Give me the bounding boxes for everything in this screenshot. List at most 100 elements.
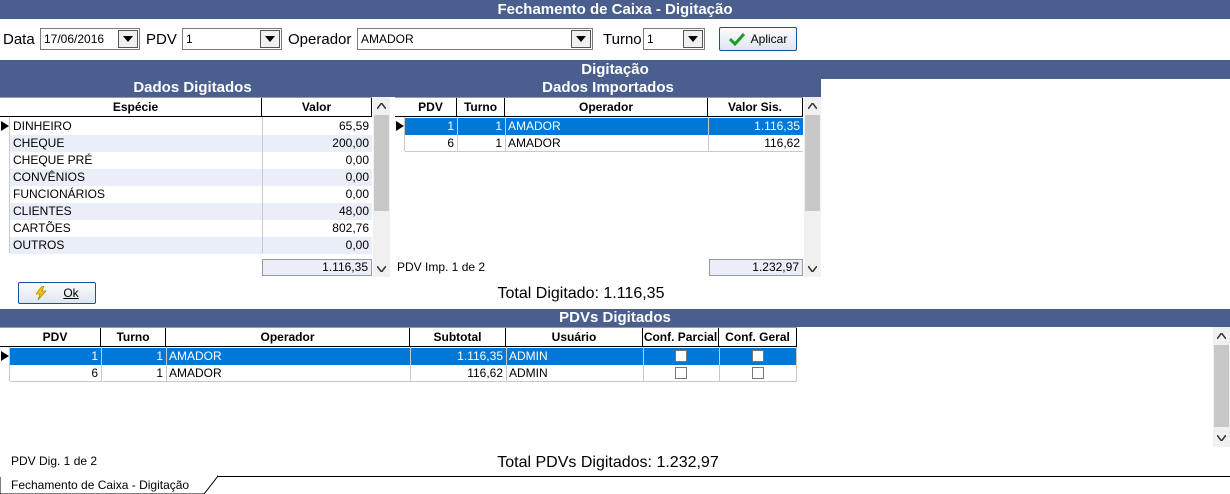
cell-operador: AMADOR: [508, 136, 561, 150]
table-row[interactable]: CLIENTES 48,00: [10, 203, 372, 220]
column-divider: [166, 347, 167, 382]
column-divider: [506, 347, 507, 382]
column-divider: [101, 347, 102, 382]
cell-operador: AMADOR: [508, 119, 561, 133]
col-header-subtotal[interactable]: Subtotal: [410, 328, 506, 346]
checkmark-icon: [728, 32, 745, 46]
col-header-valor[interactable]: Valor: [262, 98, 372, 116]
cell-especie: CLIENTES: [13, 204, 72, 218]
pdv-dropdown-button[interactable]: [260, 30, 280, 48]
cell-valor: 200,00: [332, 136, 369, 150]
total-pdvs-digitados: Total PDVs Digitados: 1.232,97: [497, 454, 719, 471]
scroll-thumb[interactable]: [805, 115, 820, 211]
current-row-indicator-icon: [1, 121, 9, 131]
scroll-thumb[interactable]: [1214, 345, 1229, 427]
cell-valor: 0,00: [345, 153, 369, 167]
conf-geral-checkbox[interactable]: [752, 350, 764, 362]
cell-valor: 0,00: [345, 187, 369, 201]
col-header-pdv[interactable]: PDV: [10, 328, 101, 346]
dados-digitados-grid: Espécie Valor DINHEIRO 65,59 CHEQUE 200,00…: [0, 97, 390, 277]
cell-turno: 1: [156, 349, 163, 363]
conf-geral-checkbox[interactable]: [752, 367, 764, 379]
col-header-especie[interactable]: Espécie: [10, 98, 262, 116]
cell-usuario: ADMIN: [509, 366, 548, 380]
dados-digitados-scrollbar[interactable]: [373, 97, 390, 277]
ok-label: Ok: [63, 286, 79, 300]
cell-especie: CHEQUE PRÉ: [13, 153, 93, 167]
dados-digitados-total: 1.116,35: [262, 259, 372, 276]
current-row-indicator-icon: [1, 351, 9, 361]
operador-select[interactable]: AMADOR: [357, 28, 593, 50]
table-row[interactable]: FUNCIONÁRIOS 0,00: [10, 186, 372, 203]
tab-label: Fechamento de Caixa - Digitação: [11, 478, 190, 492]
scroll-up-icon[interactable]: [377, 103, 386, 109]
cell-valor: 0,00: [345, 170, 369, 184]
scroll-up-icon[interactable]: [1217, 333, 1226, 339]
scroll-up-icon[interactable]: [808, 103, 817, 109]
table-row[interactable]: DINHEIRO 65,59: [10, 118, 372, 135]
total-digitado: Total Digitado: 1.116,35: [497, 285, 665, 302]
cell-subtotal: 1.116,35: [457, 349, 503, 363]
cell-operador: AMADOR: [169, 349, 222, 363]
conf-parcial-checkbox[interactable]: [675, 350, 687, 362]
turno-dropdown-button[interactable]: [683, 30, 703, 48]
cell-especie: CARTÕES: [13, 221, 71, 235]
window-title: Fechamento de Caixa - Digitação: [497, 1, 733, 18]
tab-fechamento-caixa-digitacao[interactable]: Fechamento de Caixa - Digitação: [0, 475, 218, 494]
col-header-turno[interactable]: Turno: [457, 98, 505, 116]
pdv-value: 1: [186, 32, 193, 46]
table-row[interactable]: OUTROS 0,00: [10, 237, 372, 254]
scroll-down-icon[interactable]: [1217, 435, 1226, 441]
window-title-bar: Fechamento de Caixa - Digitação: [0, 0, 1230, 19]
data-value: 17/06/2016: [44, 32, 105, 46]
column-divider: [457, 117, 458, 152]
table-row[interactable]: CHEQUE 200,00: [10, 135, 372, 152]
data-dropdown-button[interactable]: [118, 30, 138, 48]
current-row-indicator-icon: [396, 121, 404, 131]
cell-subtotal: 116,62: [467, 366, 503, 380]
digitacao-title: Digitação: [581, 61, 649, 78]
table-row[interactable]: CONVÊNIOS 0,00: [10, 169, 372, 186]
dados-importados-header: PDV Turno Operador Valor Sis.: [395, 97, 803, 117]
col-header-conf-parcial[interactable]: Conf. Parcial: [643, 328, 719, 346]
cell-especie: FUNCIONÁRIOS: [13, 187, 106, 201]
cell-especie: CONVÊNIOS: [13, 170, 86, 184]
col-header-operador[interactable]: Operador: [166, 328, 410, 346]
apply-label: Aplicar: [750, 32, 788, 46]
conf-parcial-checkbox[interactable]: [675, 367, 687, 379]
col-header-pdv[interactable]: PDV: [405, 98, 457, 116]
table-row[interactable]: 6 1 AMADOR 116,62: [405, 135, 803, 152]
pdvs-digitados-header: PDV Turno Operador Subtotal Usuário Conf…: [0, 327, 797, 347]
cell-conf-geral: [719, 365, 797, 382]
apply-button[interactable]: Aplicar: [719, 27, 797, 51]
cell-pdv: 1: [91, 349, 98, 363]
table-row[interactable]: CHEQUE PRÉ 0,00: [10, 152, 372, 169]
scroll-down-icon[interactable]: [377, 266, 386, 272]
col-header-operador[interactable]: Operador: [505, 98, 708, 116]
chevron-down-icon: [688, 36, 698, 42]
pdvs-digitados-scrollbar[interactable]: [1213, 327, 1230, 447]
dados-digitados-title: Dados Digitados: [133, 79, 252, 96]
table-row[interactable]: CARTÕES 802,76: [10, 220, 372, 237]
cell-especie: CHEQUE: [13, 136, 65, 150]
table-row[interactable]: 1 1 AMADOR 1.116,35 ADMIN: [10, 348, 797, 365]
pdv-label: PDV: [146, 31, 177, 48]
scroll-down-icon[interactable]: [808, 266, 817, 272]
cell-pdv: 1: [447, 119, 454, 133]
operador-dropdown-button[interactable]: [571, 30, 591, 48]
table-row[interactable]: 6 1 AMADOR 116,62 ADMIN: [10, 365, 797, 382]
ok-button[interactable]: Ok: [18, 282, 96, 304]
scroll-thumb[interactable]: [374, 115, 389, 211]
col-header-valor-sis[interactable]: Valor Sis.: [708, 98, 803, 116]
col-header-turno[interactable]: Turno: [101, 328, 166, 346]
cell-especie: OUTROS: [13, 238, 65, 252]
cell-valor-sis: 116,62: [764, 136, 800, 150]
col-header-usuario[interactable]: Usuário: [506, 328, 643, 346]
col-header-conf-geral[interactable]: Conf. Geral: [719, 328, 797, 346]
cell-especie: DINHEIRO: [13, 119, 72, 133]
filter-toolbar: Data 17/06/2016 PDV 1 Operador AMADOR Tu…: [0, 19, 1230, 60]
chevron-down-icon: [576, 36, 586, 42]
dados-importados-scrollbar[interactable]: [804, 97, 821, 277]
dados-importados-title: Dados Importados: [542, 79, 674, 96]
table-row[interactable]: 1 1 AMADOR 1.116,35: [405, 118, 803, 135]
